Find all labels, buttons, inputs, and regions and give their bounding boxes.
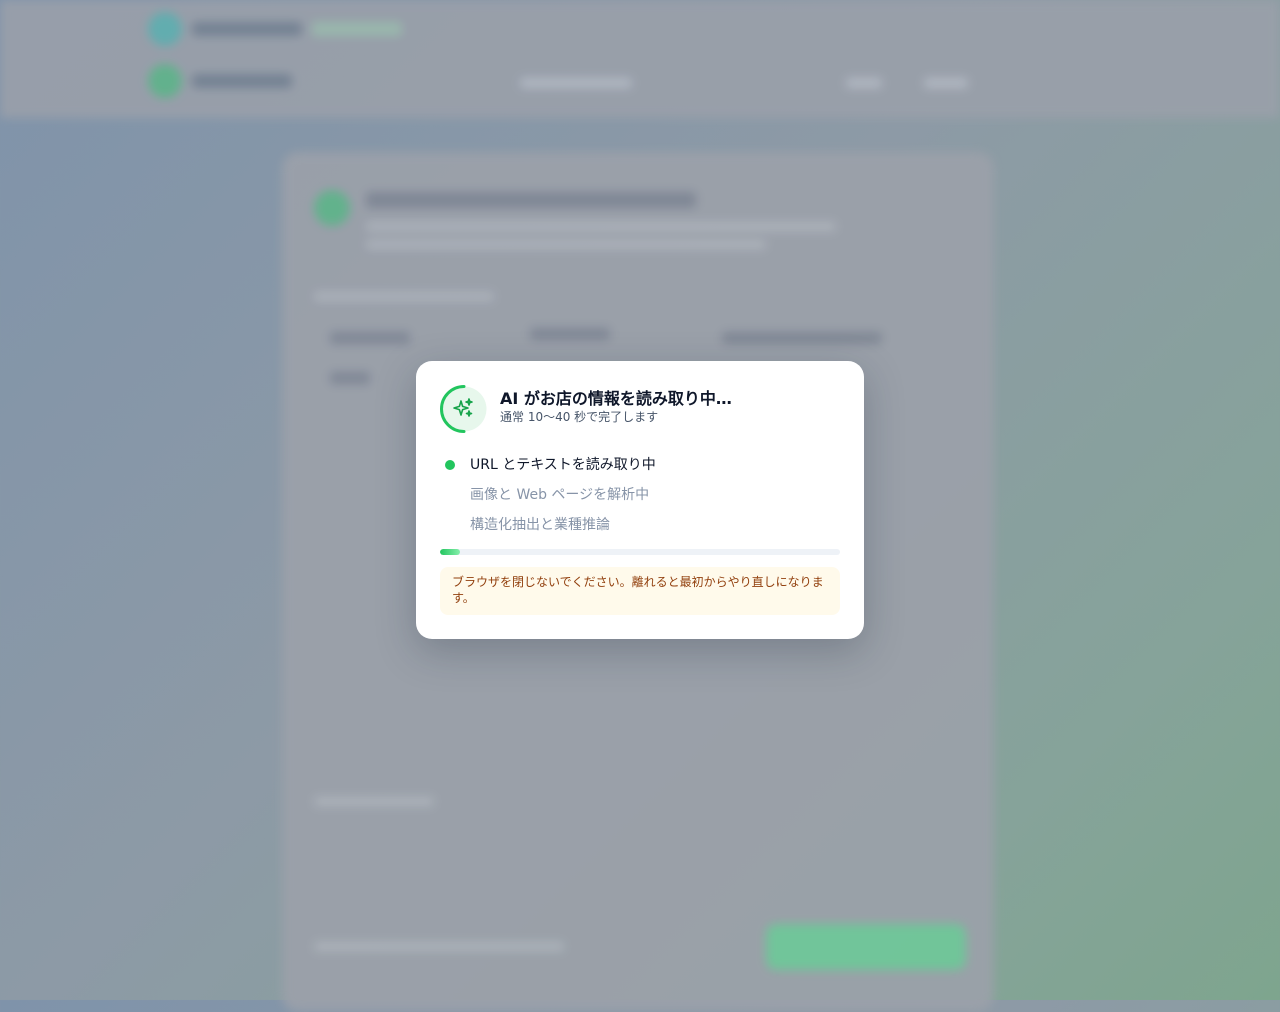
logo-badge xyxy=(312,22,402,36)
loading-spinner xyxy=(440,385,487,433)
step-item: 画像と Web ページを解析中 xyxy=(440,481,840,511)
step-item: URL とテキストを読み取り中 xyxy=(440,451,840,481)
dialog-subtitle: 通常 10〜40 秒で完了します xyxy=(500,410,659,424)
loading-dialog: AI がお店の情報を読み取り中… 通常 10〜40 秒で完了します URL とテ… xyxy=(416,361,864,639)
brand-text xyxy=(192,74,292,88)
active-step-indicator xyxy=(445,460,455,470)
site-header xyxy=(0,0,1280,118)
card-icon xyxy=(314,190,350,226)
card-description xyxy=(366,240,766,249)
footer-note xyxy=(314,942,564,951)
nav-item xyxy=(846,78,882,88)
step-label: URL とテキストを読み取り中 xyxy=(470,457,656,473)
card-title xyxy=(366,192,696,208)
step-label: 構造化抽出と業種推論 xyxy=(470,517,610,533)
nav-item xyxy=(924,78,968,88)
dialog-title: AI がお店の情報を読み取り中… xyxy=(500,389,732,408)
step-label: 画像と Web ページを解析中 xyxy=(470,487,650,503)
nav-item xyxy=(520,78,632,88)
field-text xyxy=(722,332,882,344)
logo-icon xyxy=(148,12,182,46)
step-item: 構造化抽出と業種推論 xyxy=(440,511,840,541)
progress-steps: URL とテキストを読み取り中 画像と Web ページを解析中 構造化抽出と業種… xyxy=(440,451,840,541)
warning-notice: ブラウザを閉じないでください。離れると最初からやり直しになります。 xyxy=(440,567,840,615)
field-text xyxy=(330,332,410,344)
site-logo xyxy=(148,12,402,46)
submit-button xyxy=(766,924,966,970)
logo-text xyxy=(192,22,302,36)
progress-bar xyxy=(440,549,840,555)
card-description xyxy=(366,222,836,231)
field-label xyxy=(314,797,434,806)
field-text xyxy=(530,328,610,340)
brand-icon xyxy=(148,64,182,98)
field-label xyxy=(314,292,494,301)
progress-bar-fill xyxy=(440,549,460,555)
brand-row xyxy=(148,64,292,98)
field-text xyxy=(330,372,370,384)
